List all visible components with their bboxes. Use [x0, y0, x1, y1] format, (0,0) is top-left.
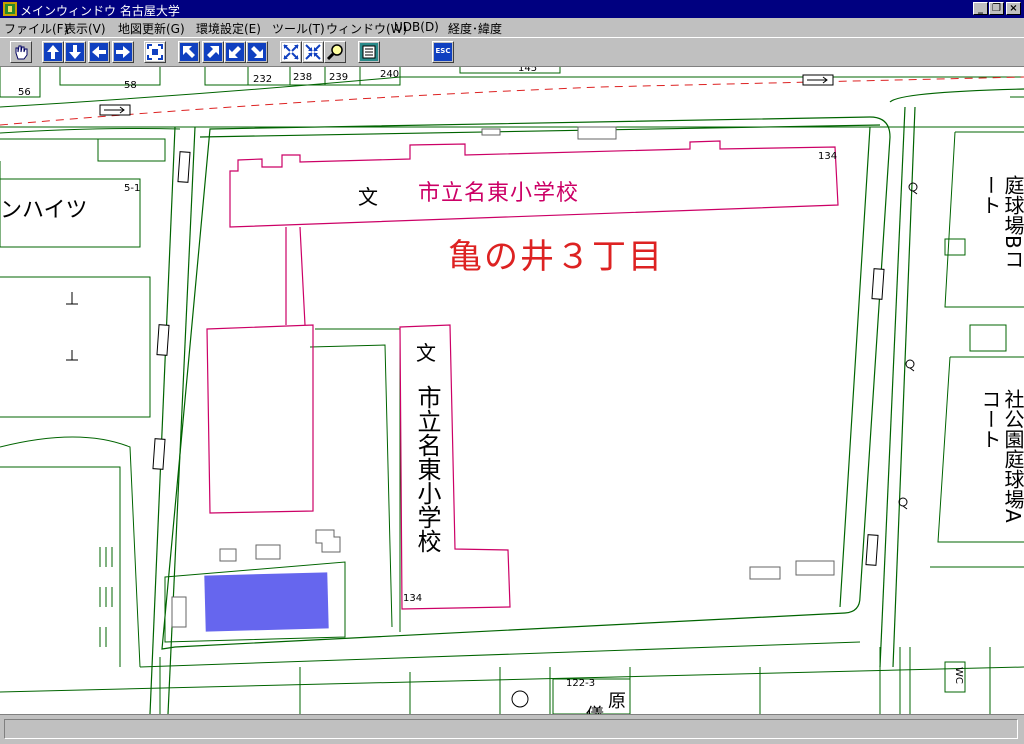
hand-icon [15, 45, 28, 60]
map-symbols [66, 292, 529, 708]
parcel-56: 56 [18, 87, 31, 98]
map-canvas[interactable] [0, 67, 1024, 714]
court-a-label: 社公園庭球場Aコート [978, 389, 1024, 523]
layer-icon [360, 43, 378, 61]
zoom-in-button[interactable] [280, 41, 302, 63]
esc-label: ESC [435, 47, 451, 55]
wc-label: WC [953, 667, 964, 684]
district-label: 亀の井３丁目 [448, 237, 664, 277]
magnifier-icon [326, 44, 343, 61]
close-button[interactable]: × [1006, 2, 1021, 15]
parcel-58: 58 [124, 80, 137, 91]
title-bar: メインウィンドウ 名古屋大学 _ ❐ × [0, 0, 1024, 18]
scroll-up-right-button[interactable] [202, 41, 224, 63]
layer-button[interactable] [358, 41, 380, 63]
app-icon [3, 2, 17, 16]
parcel-239: 239 [329, 72, 349, 83]
parcel-145: 145 [518, 67, 538, 74]
pool [204, 572, 329, 632]
bottom-label-hara: 原 [608, 691, 626, 712]
menu-file[interactable]: ファイル(F) [4, 20, 68, 37]
court-b-label: 庭球場Bコート [978, 175, 1024, 269]
arrow-down-right-icon [248, 43, 266, 61]
menu-tools[interactable]: ツール(T) [272, 20, 325, 37]
scroll-down-right-button[interactable] [246, 41, 268, 63]
esc-button[interactable]: ESC [432, 41, 454, 63]
school-name-vertical: 市立名東小学校 [413, 385, 441, 553]
parcel-134-bottom: 134 [403, 593, 423, 604]
zoom-in-arrows-icon [282, 43, 300, 61]
menu-settings[interactable]: 環境設定(E) [196, 20, 261, 37]
scroll-right-button[interactable] [112, 41, 134, 63]
fit-view-icon [146, 43, 164, 61]
arrow-down-icon [66, 43, 84, 61]
arrow-left-icon [90, 43, 108, 61]
menu-map-update[interactable]: 地図更新(G) [118, 20, 185, 37]
magnifier-button[interactable] [324, 41, 346, 63]
bottom-area [0, 641, 1024, 714]
arrow-right-icon [114, 43, 132, 61]
zoom-out-arrows-icon [304, 43, 322, 61]
parcel-134-top: 134 [818, 151, 838, 162]
zoom-out-button[interactable] [302, 41, 324, 63]
scroll-left-button[interactable] [88, 41, 110, 63]
parcel-5-1: 5-1 [124, 183, 141, 194]
building-label-left: ンハイツ [0, 198, 88, 223]
parcel-232: 232 [253, 74, 273, 85]
school-symbol-side: 文 [416, 341, 436, 365]
arrow-up-right-icon [204, 43, 222, 61]
parcel-122-3: 122-3 [566, 678, 596, 689]
parcel-240: 240 [380, 69, 400, 80]
restore-button[interactable]: ❐ [989, 2, 1004, 15]
status-bar [0, 714, 1024, 744]
school-name-top: 市立名東小学校 [418, 181, 580, 206]
scroll-down-button[interactable] [64, 41, 86, 63]
parcel-238: 238 [293, 72, 313, 83]
hand-tool-button[interactable] [10, 41, 32, 63]
menu-latlon[interactable]: 経度･緯度 [448, 20, 502, 37]
arrow-down-left-icon [226, 43, 244, 61]
bottom-label-gi: 儀 [586, 701, 604, 714]
scroll-up-button[interactable] [42, 41, 64, 63]
arrow-up-left-icon [180, 43, 198, 61]
toolbar: ESC [0, 37, 1024, 67]
scroll-down-left-button[interactable] [224, 41, 246, 63]
fit-view-button[interactable] [144, 41, 166, 63]
district-boundary [0, 76, 1024, 126]
menu-udb[interactable]: UDB(D) [394, 20, 439, 34]
window-title: メインウィンドウ 名古屋大学 [20, 4, 180, 18]
school-symbol-top: 文 [358, 185, 378, 209]
arrow-up-icon [44, 43, 62, 61]
map-view[interactable]: 文 市立名東小学校 亀の井３丁目 文 市立名東小学校 ンハイツ 庭球場Bコート … [0, 67, 1024, 714]
status-field [4, 719, 1018, 739]
menu-view[interactable]: 表示(V) [64, 20, 106, 37]
scroll-up-left-button[interactable] [178, 41, 200, 63]
school-buildings [206, 140, 839, 610]
left-parking [99, 547, 113, 647]
minimize-button[interactable]: _ [973, 2, 988, 15]
menu-bar: ファイル(F) 表示(V) 地図更新(G) 環境設定(E) ツール(T) ウィン… [0, 18, 1024, 36]
